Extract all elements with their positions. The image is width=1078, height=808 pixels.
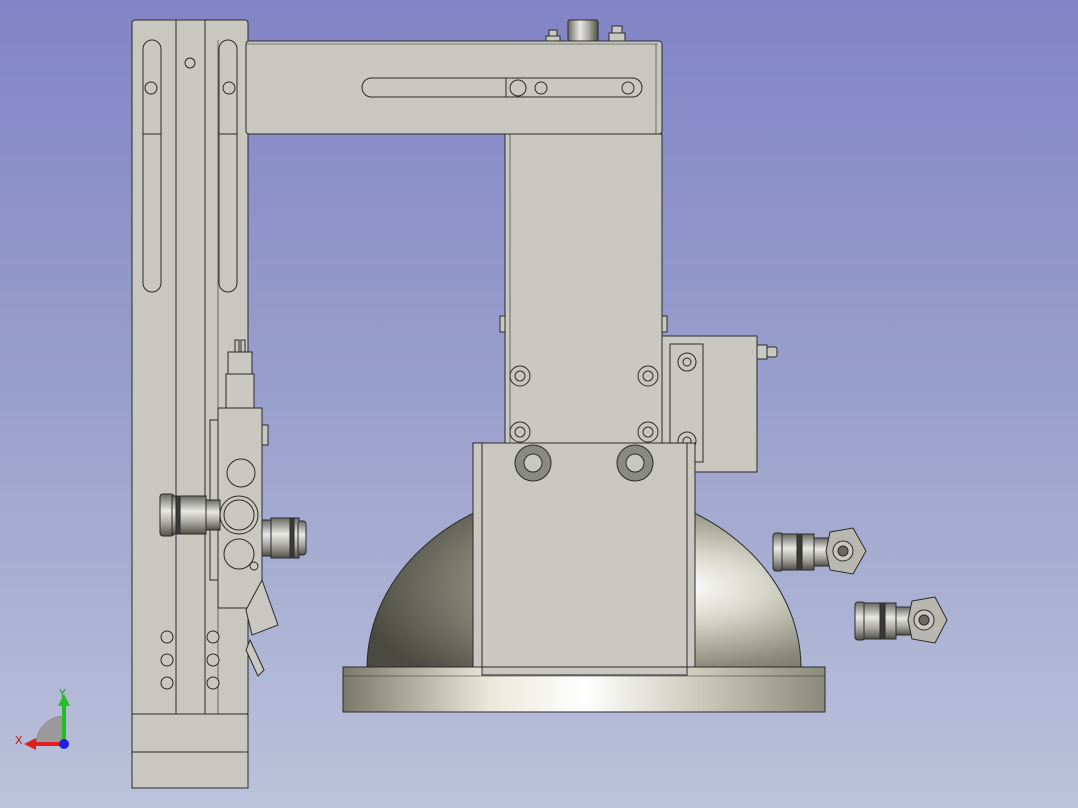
elbow-fitting-upper	[772, 527, 867, 575]
elbow-fitting-lower	[854, 596, 948, 644]
push-fitting-right	[261, 517, 307, 559]
left-column-foot	[131, 713, 249, 789]
top-arm-plate	[245, 40, 663, 135]
axis-orientation-arc	[35, 715, 65, 745]
center-column-plate	[499, 133, 668, 445]
z-axis-dot	[59, 739, 69, 749]
cad-model[interactable]	[0, 0, 1078, 808]
axis-indicator: Y X	[15, 687, 70, 750]
mounting-bracket	[472, 442, 696, 676]
y-axis-label: Y	[58, 687, 66, 700]
x-axis-label: X	[15, 734, 23, 747]
3d-viewport[interactable]: Y X	[0, 0, 1078, 808]
push-fitting-left	[159, 493, 221, 537]
top-fittings	[545, 19, 626, 42]
x-axis-arrow-head	[24, 738, 36, 750]
